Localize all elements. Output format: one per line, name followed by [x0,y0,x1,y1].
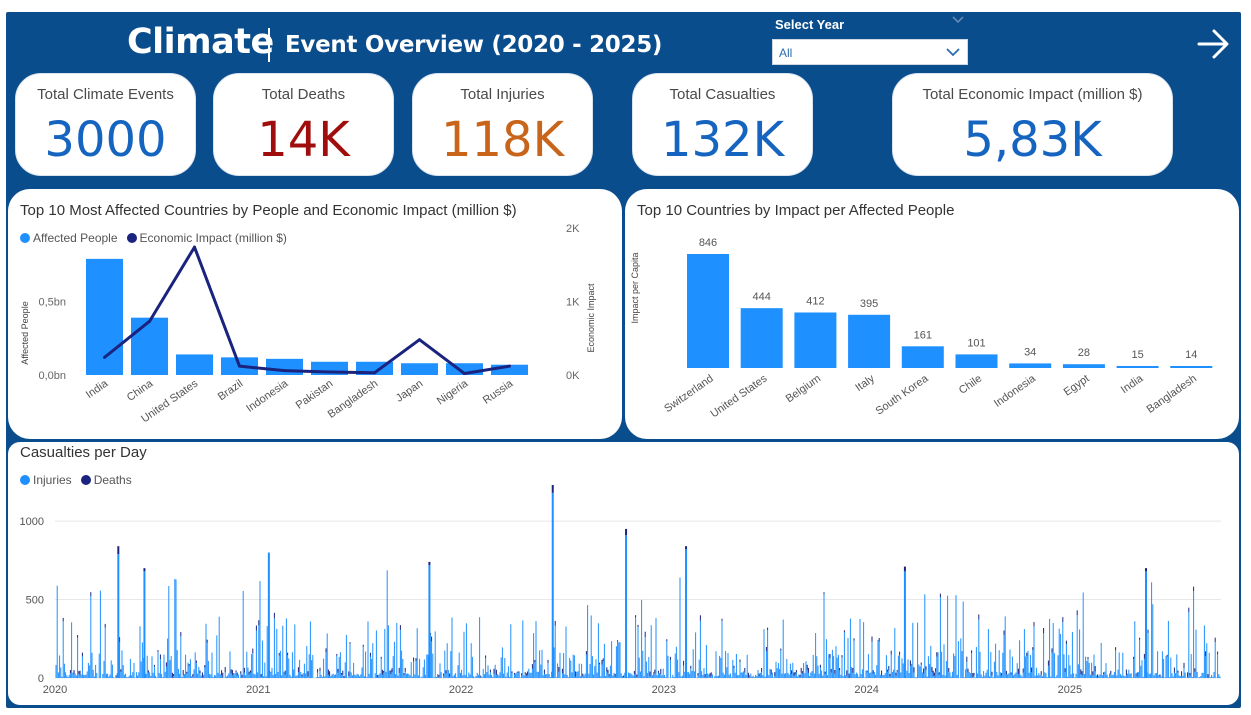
affected-countries-chart: 0,0bn 0,5bn 0K 1K 2K Affected People Economic … [20,223,596,425]
x-tick-label: China [125,377,156,404]
data-label: 412 [806,295,824,307]
bar-impact-per-capita [1116,365,1159,368]
point-economic-impact [103,355,106,359]
kpi-total-injuries: Total Injuries 118K [412,73,593,176]
x-tick-label: Belgium [784,373,823,406]
kpi-label: Total Climate Events [37,86,174,103]
data-label: 395 [860,298,878,310]
data-label: 28 [1078,347,1090,359]
data-label: 846 [699,237,717,249]
bar-affected-people [131,317,168,375]
y2-tick-label: 0K [566,370,580,382]
point-economic-impact [463,372,466,376]
kpi-value: 118K [440,112,565,168]
x-tick-label: 2025 [1058,684,1082,696]
casualties-per-day-panel: Casualties per Day Injuries Deaths 0 500 1… [8,442,1239,705]
kpi-label: Total Injuries [460,86,545,103]
kpi-total-casualties: Total Casualties 132K [632,73,813,176]
bar-affected-people [176,354,213,375]
point-economic-impact [148,319,151,323]
kpi-label: Total Casualties [669,86,776,103]
filter-collapse-icon[interactable] [952,15,964,27]
y2-tick-label: 2K [566,223,580,235]
arrow-right-icon[interactable] [1195,26,1231,67]
bar-affected-people [266,358,303,375]
x-tick-label: Egypt [1062,373,1092,399]
point-economic-impact [283,369,286,373]
point-economic-impact [193,245,196,249]
point-economic-impact [328,370,331,374]
x-tick-label: Chile [957,373,984,397]
data-label: 101 [967,337,985,349]
dashboard-title: Climate [127,22,274,62]
bar-impact-per-capita [1170,366,1213,368]
kpi-total-deaths: Total Deaths 14K [213,73,394,176]
x-tick-label: India [84,377,111,401]
data-label: 34 [1024,346,1036,358]
bar-impact-per-capita [848,314,891,368]
kpi-value: 132K [660,112,785,168]
x-tick-label: India [1119,372,1146,396]
y-axis-label: Impact per Capita [630,252,640,323]
impact-per-capita-chart: Impact per Capita 846 Switzerland 444 United… [630,237,1213,420]
x-tick-label: United States [708,372,769,420]
kpi-total-climate-events: Total Climate Events 3000 [15,73,196,176]
year-filter-value: All [779,46,793,60]
title-separator [268,28,270,62]
x-tick-label: Russia [481,377,516,407]
y-axis-label: Affected People [20,301,30,364]
x-tick-label: Italy [853,372,877,394]
data-label: 444 [753,291,771,303]
kpi-value: 14K [257,112,350,168]
kpi-label: Total Economic Impact (million $) [922,86,1143,103]
y-tick-label: 0,5bn [38,297,66,309]
x-tick-label: South Korea [874,372,932,417]
bar-impact-per-capita [687,254,729,368]
x-tick-label: Pakistan [294,378,335,412]
kpi-value: 5,83K [963,112,1102,168]
point-economic-impact [418,338,421,342]
point-economic-impact [373,371,376,375]
x-tick-label: Bangladesh [1145,373,1199,416]
x-tick-label: 2021 [246,684,270,696]
x-tick-label: Nigeria [435,377,471,407]
kpi-label: Total Deaths [261,86,346,103]
x-tick-label: 2020 [43,684,67,696]
x-tick-label: Indonesia [244,377,291,415]
bar-impact-per-capita [955,354,998,368]
impact-per-capita-panel: Top 10 Countries by Impact per Affected … [625,189,1239,439]
bar-impact-per-capita [794,312,837,368]
year-filter-dropdown[interactable]: All [772,39,968,65]
data-label: 15 [1131,349,1143,361]
bar-impact-per-capita [1009,363,1052,368]
data-label: 161 [914,329,932,341]
y-tick-label: 500 [26,595,44,607]
x-tick-label: 2023 [652,684,676,696]
point-economic-impact [238,364,241,368]
data-label: 14 [1185,349,1197,361]
kpi-total-economic-impact: Total Economic Impact (million $) 5,83K [892,73,1173,176]
kpi-value: 3000 [44,112,167,168]
y-tick-label: 1000 [20,516,44,528]
bar-impact-per-capita [1062,364,1105,368]
dashboard-subtitle: Event Overview (2020 - 2025) [285,32,663,58]
x-tick-label: Indonesia [992,372,1039,410]
affected-countries-panel: Top 10 Most Affected Countries by People… [8,189,622,439]
bar-impact-per-capita [901,346,944,368]
point-economic-impact [508,364,511,368]
year-filter-label: Select Year [775,17,845,32]
bar-affected-people [401,363,438,375]
x-tick-label: 2024 [854,684,878,696]
x-tick-label: Brazil [216,378,245,404]
casualties-per-day-chart: 050010002020 2021 2022 2023 2024 2025 [20,484,1221,696]
x-tick-label: Switzerland [662,373,715,415]
y2-axis-label: Economic Impact [586,283,596,353]
x-tick-label: 2022 [449,684,473,696]
y-tick-label: 0,0bn [38,370,66,382]
chevron-down-icon [945,44,961,65]
x-tick-label: Japan [394,378,425,405]
y2-tick-label: 1K [566,297,580,309]
x-tick-label: Bangladesh [326,378,380,421]
bar-impact-per-capita [740,308,783,368]
